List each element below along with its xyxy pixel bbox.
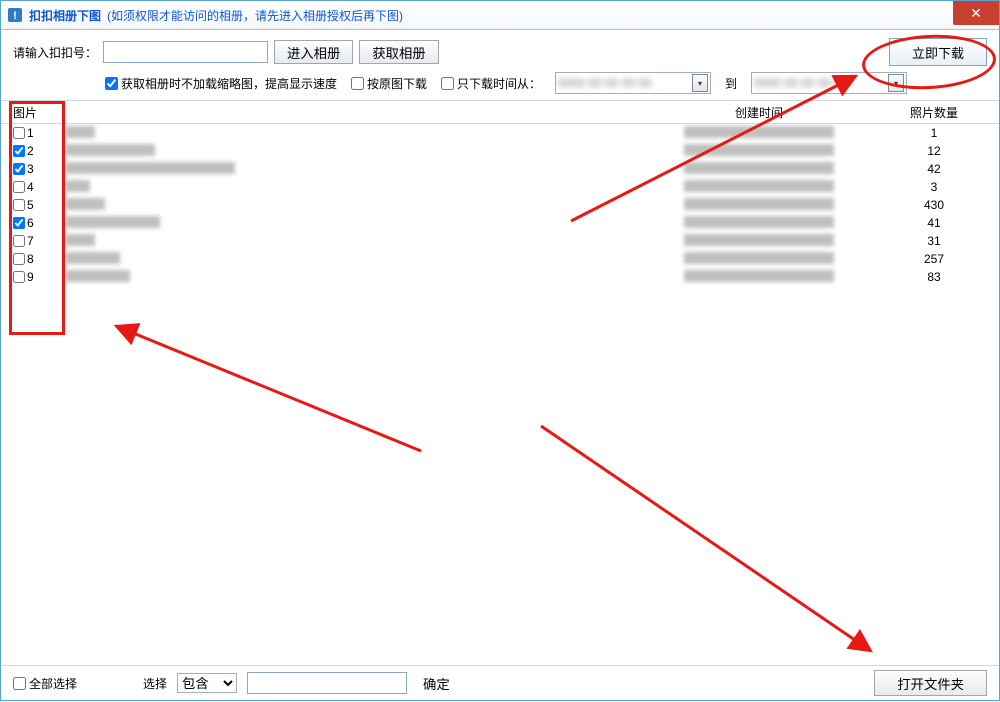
row-index: 6	[27, 216, 34, 230]
title-note: (如须权限才能访问的相册，请先进入相册授权后再下图)	[107, 7, 403, 24]
contain-select[interactable]: 包含	[177, 673, 237, 693]
row-checkbox[interactable]	[13, 163, 25, 175]
svg-text:!: !	[13, 10, 17, 22]
table-row[interactable]: 9 83	[1, 268, 999, 286]
download-now-button[interactable]: 立即下载	[889, 38, 987, 66]
row-time-blurred	[684, 252, 834, 264]
row-count: 257	[869, 252, 999, 266]
row-checkbox[interactable]	[13, 271, 25, 283]
no-thumb-input[interactable]	[105, 77, 118, 90]
row-time-blurred	[684, 198, 834, 210]
row-count: 12	[869, 144, 999, 158]
close-button[interactable]: ✕	[953, 1, 999, 25]
row-count: 3	[869, 180, 999, 194]
bottom-bar: 全部选择 选择 包含 确定 打开文件夹	[1, 665, 999, 700]
row-index: 3	[27, 162, 34, 176]
table-row[interactable]: 2 12	[1, 142, 999, 160]
table-row[interactable]: 5 430	[1, 196, 999, 214]
row-index: 8	[27, 252, 34, 266]
row-checkbox[interactable]	[13, 145, 25, 157]
no-thumb-checkbox[interactable]: 获取相册时不加载缩略图，提高显示速度	[105, 75, 337, 92]
col-count: 照片数量	[869, 104, 999, 121]
row-index: 2	[27, 144, 34, 158]
chevron-down-icon: ▾	[692, 74, 708, 92]
row-time-blurred	[684, 162, 834, 174]
album-table: 图片 创建时间 照片数量 112123424354306417318257983	[1, 100, 999, 665]
row-name-blurred	[65, 198, 105, 210]
row-count: 31	[869, 234, 999, 248]
row-time-blurred	[684, 216, 834, 228]
no-thumb-label: 获取相册时不加载缩略图，提高显示速度	[121, 75, 337, 92]
row-name-blurred	[65, 270, 130, 282]
open-folder-button[interactable]: 打开文件夹	[874, 670, 987, 696]
table-row[interactable]: 3 42	[1, 160, 999, 178]
from-date-combo[interactable]: 0000 00 00 00 00 ▾	[555, 72, 711, 94]
row-index: 9	[27, 270, 34, 284]
row-index: 4	[27, 180, 34, 194]
id-input[interactable]	[103, 41, 268, 63]
close-icon: ✕	[970, 5, 982, 22]
id-label: 请输入扣扣号：	[13, 44, 97, 61]
row-time-blurred	[684, 144, 834, 156]
row-checkbox[interactable]	[13, 235, 25, 247]
get-album-button[interactable]: 获取相册	[359, 40, 438, 64]
row-name-blurred	[65, 180, 90, 192]
table-row[interactable]: 8 257	[1, 250, 999, 268]
ok-button[interactable]: 确定	[417, 671, 456, 695]
row-checkbox[interactable]	[13, 181, 25, 193]
to-label: 到	[725, 75, 737, 92]
toolbar: 请输入扣扣号： 进入相册 获取相册 立即下载	[1, 30, 999, 70]
table-body: 112123424354306417318257983	[1, 124, 999, 665]
row-index: 5	[27, 198, 34, 212]
row-time-blurred	[684, 126, 834, 138]
row-count: 42	[869, 162, 999, 176]
select-all-input[interactable]	[13, 677, 26, 690]
row-count: 41	[869, 216, 999, 230]
row-time-blurred	[684, 180, 834, 192]
to-date-combo[interactable]: 0000 00 00 00 00 ▾	[751, 72, 907, 94]
options-row: 获取相册时不加载缩略图，提高显示速度 按原图下载 只下载时间从： 0000 00…	[1, 70, 999, 100]
app-icon: !	[7, 7, 23, 23]
table-row[interactable]: 6 41	[1, 214, 999, 232]
table-row[interactable]: 11	[1, 124, 999, 142]
select-all-label: 全部选择	[29, 675, 77, 692]
row-time-blurred	[684, 270, 834, 282]
enter-album-button[interactable]: 进入相册	[274, 40, 353, 64]
row-count: 1	[869, 126, 999, 140]
row-count: 83	[869, 270, 999, 284]
row-checkbox[interactable]	[13, 217, 25, 229]
col-time: 创建时间	[649, 104, 869, 121]
row-index: 1	[27, 126, 34, 140]
row-name-blurred	[65, 144, 155, 156]
titlebar: ! 扣扣相册下图 (如须权限才能访问的相册，请先进入相册授权后再下图) ✕	[1, 1, 999, 30]
row-name-blurred	[65, 126, 95, 138]
chevron-down-icon: ▾	[888, 74, 904, 92]
table-row[interactable]: 43	[1, 178, 999, 196]
row-checkbox[interactable]	[13, 253, 25, 265]
row-name-blurred	[65, 216, 160, 228]
row-name-blurred	[65, 252, 120, 264]
filter-input[interactable]	[247, 672, 407, 694]
by-original-checkbox[interactable]: 按原图下载	[351, 75, 427, 92]
row-name-blurred	[65, 162, 235, 174]
row-name-blurred	[65, 234, 95, 246]
only-time-label: 只下载时间从：	[457, 75, 541, 92]
table-row[interactable]: 7 31	[1, 232, 999, 250]
row-count: 430	[869, 198, 999, 212]
table-header: 图片 创建时间 照片数量	[1, 101, 999, 124]
only-time-checkbox[interactable]: 只下载时间从：	[441, 75, 541, 92]
row-checkbox[interactable]	[13, 127, 25, 139]
app-window: ! 扣扣相册下图 (如须权限才能访问的相册，请先进入相册授权后再下图) ✕ 请输…	[0, 0, 1000, 701]
title-app: 扣扣相册下图	[29, 7, 101, 24]
col-pic: 图片	[1, 104, 65, 121]
row-index: 7	[27, 234, 34, 248]
row-time-blurred	[684, 234, 834, 246]
select-all-checkbox[interactable]: 全部选择	[13, 675, 77, 692]
only-time-input[interactable]	[441, 77, 454, 90]
select-label: 选择	[143, 675, 167, 692]
row-checkbox[interactable]	[13, 199, 25, 211]
by-original-input[interactable]	[351, 77, 364, 90]
by-original-label: 按原图下载	[367, 75, 427, 92]
